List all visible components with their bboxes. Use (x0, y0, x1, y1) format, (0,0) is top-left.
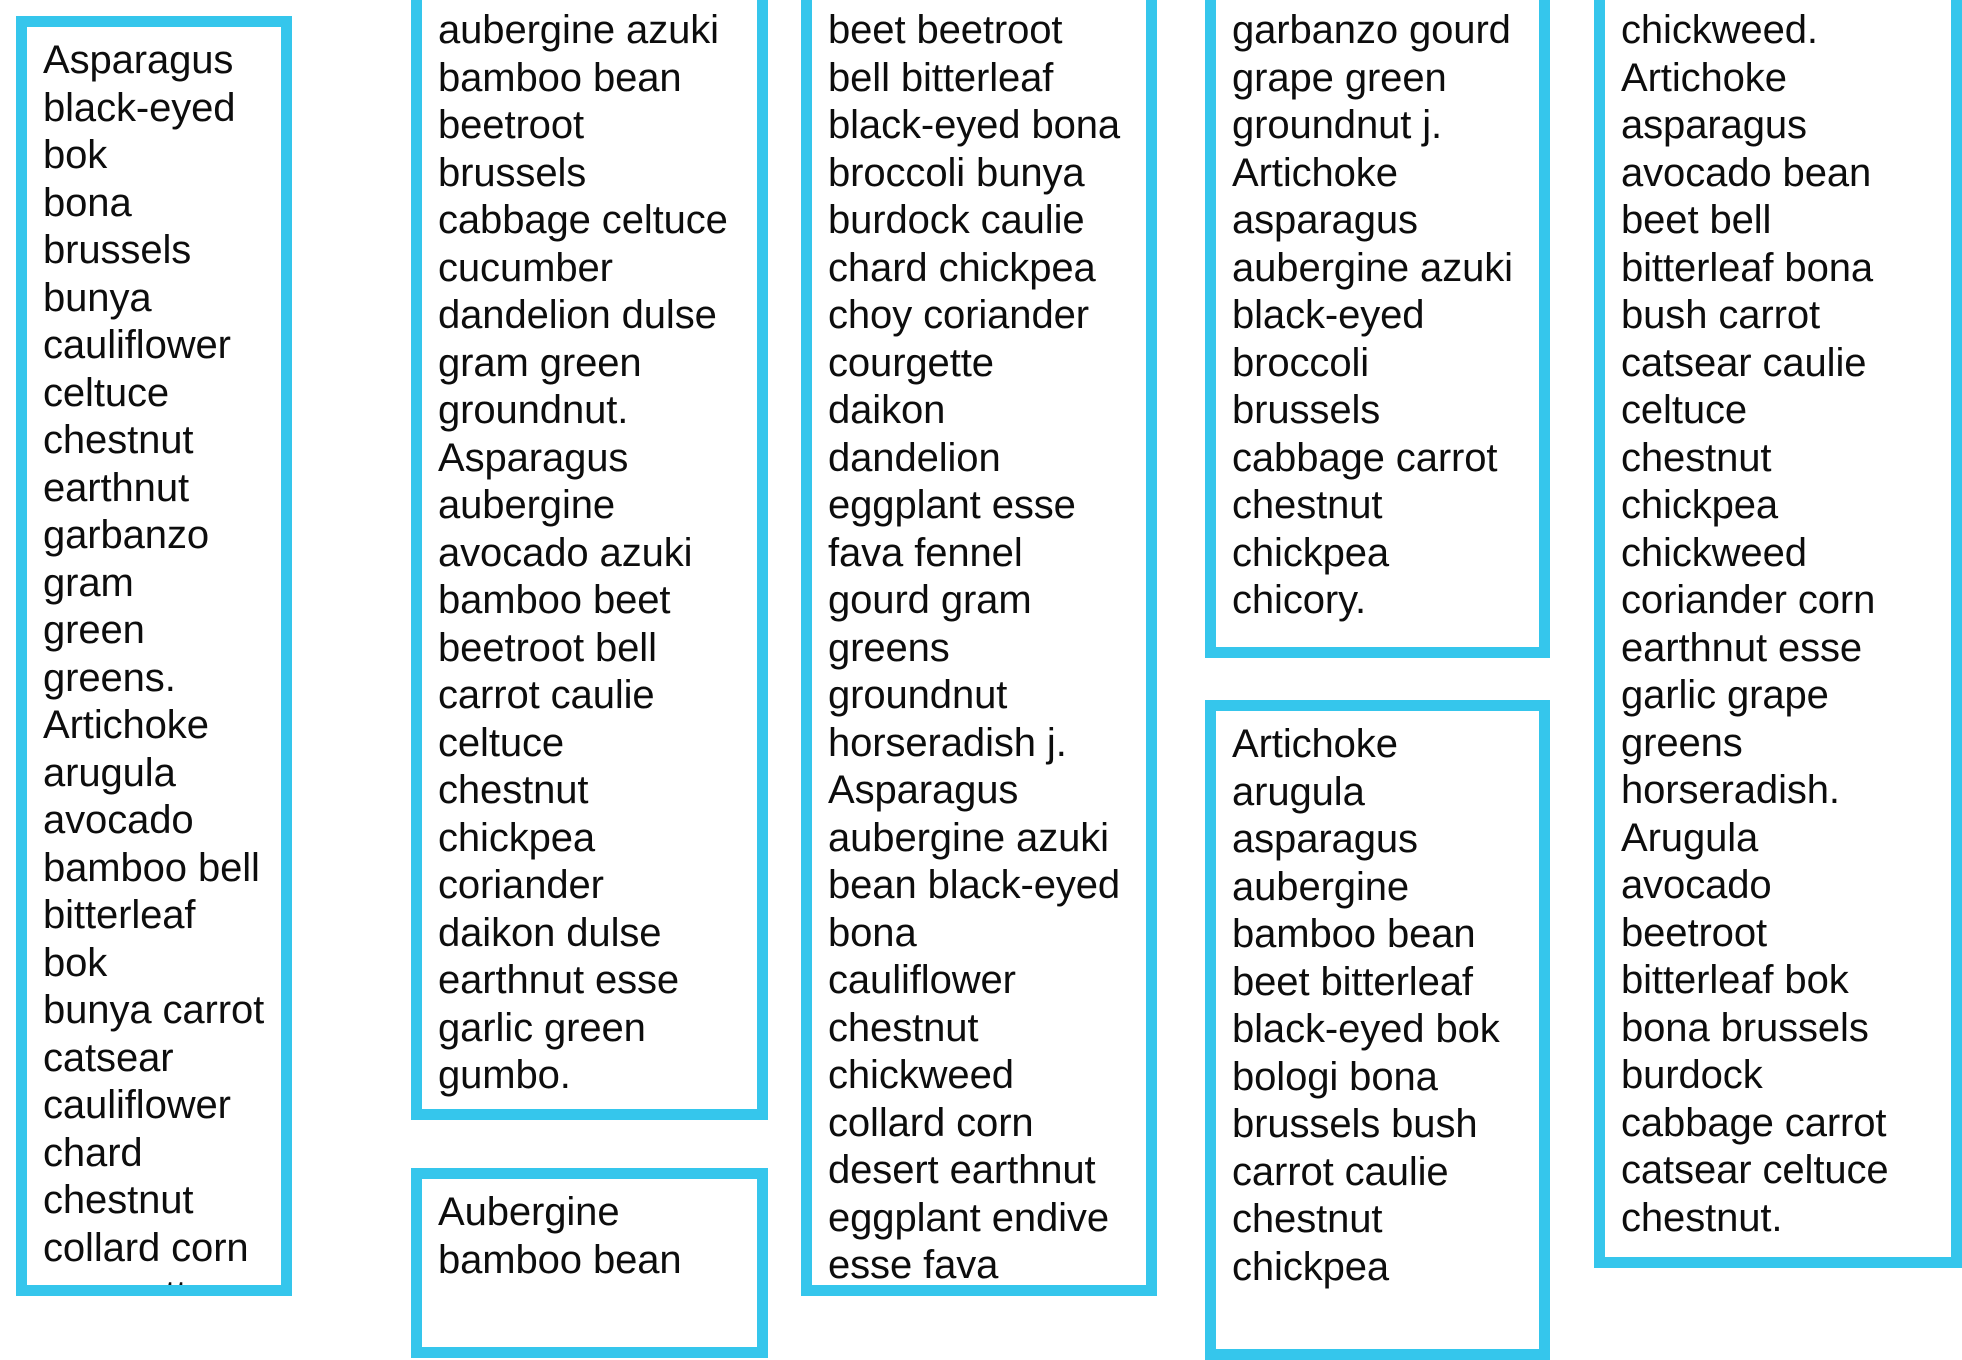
text-column-1: Asparagus black-eyed bok bona brussels b… (16, 0, 292, 1338)
text-card-body: chickweed. Artichoke asparagus avocado b… (1621, 8, 1889, 1240)
text-column-4: garbanzo gourd grape green groundnut j. … (1205, 0, 1550, 1360)
text-column-5: chickweed. Artichoke asparagus avocado b… (1594, 0, 1962, 1338)
text-card-body: aubergine azuki bamboo bean beetroot bru… (438, 8, 728, 1097)
text-card-body: Aubergine bamboo bean (438, 1190, 682, 1282)
text-card-body: beet beetroot bell bitterleaf black-eyed… (828, 8, 1121, 1287)
text-card-col3-a[interactable]: beet beetroot bell bitterleaf black-eyed… (801, 0, 1157, 1296)
text-card-col5-a[interactable]: chickweed. Artichoke asparagus avocado b… (1594, 0, 1962, 1268)
columns-board: Asparagus black-eyed bok bona brussels b… (0, 0, 1962, 1360)
text-column-3: beet beetroot bell bitterleaf black-eyed… (801, 0, 1157, 1338)
text-card-body: Artichoke arugula asparagus aubergine ba… (1232, 722, 1500, 1289)
text-card-col4-b[interactable]: Artichoke arugula asparagus aubergine ba… (1205, 700, 1550, 1360)
text-card-col4-a[interactable]: garbanzo gourd grape green groundnut j. … (1205, 0, 1550, 658)
text-card-col2-a[interactable]: aubergine azuki bamboo bean beetroot bru… (411, 0, 768, 1120)
text-column-2: aubergine azuki bamboo bean beetroot bru… (411, 0, 768, 1358)
text-card-col1-a[interactable]: Asparagus black-eyed bok bona brussels b… (16, 16, 292, 1296)
text-card-body: Asparagus black-eyed bok bona brussels b… (43, 38, 265, 1296)
text-card-body: garbanzo gourd grape green groundnut j. … (1232, 8, 1513, 622)
text-card-col2-b[interactable]: Aubergine bamboo bean (411, 1168, 768, 1358)
